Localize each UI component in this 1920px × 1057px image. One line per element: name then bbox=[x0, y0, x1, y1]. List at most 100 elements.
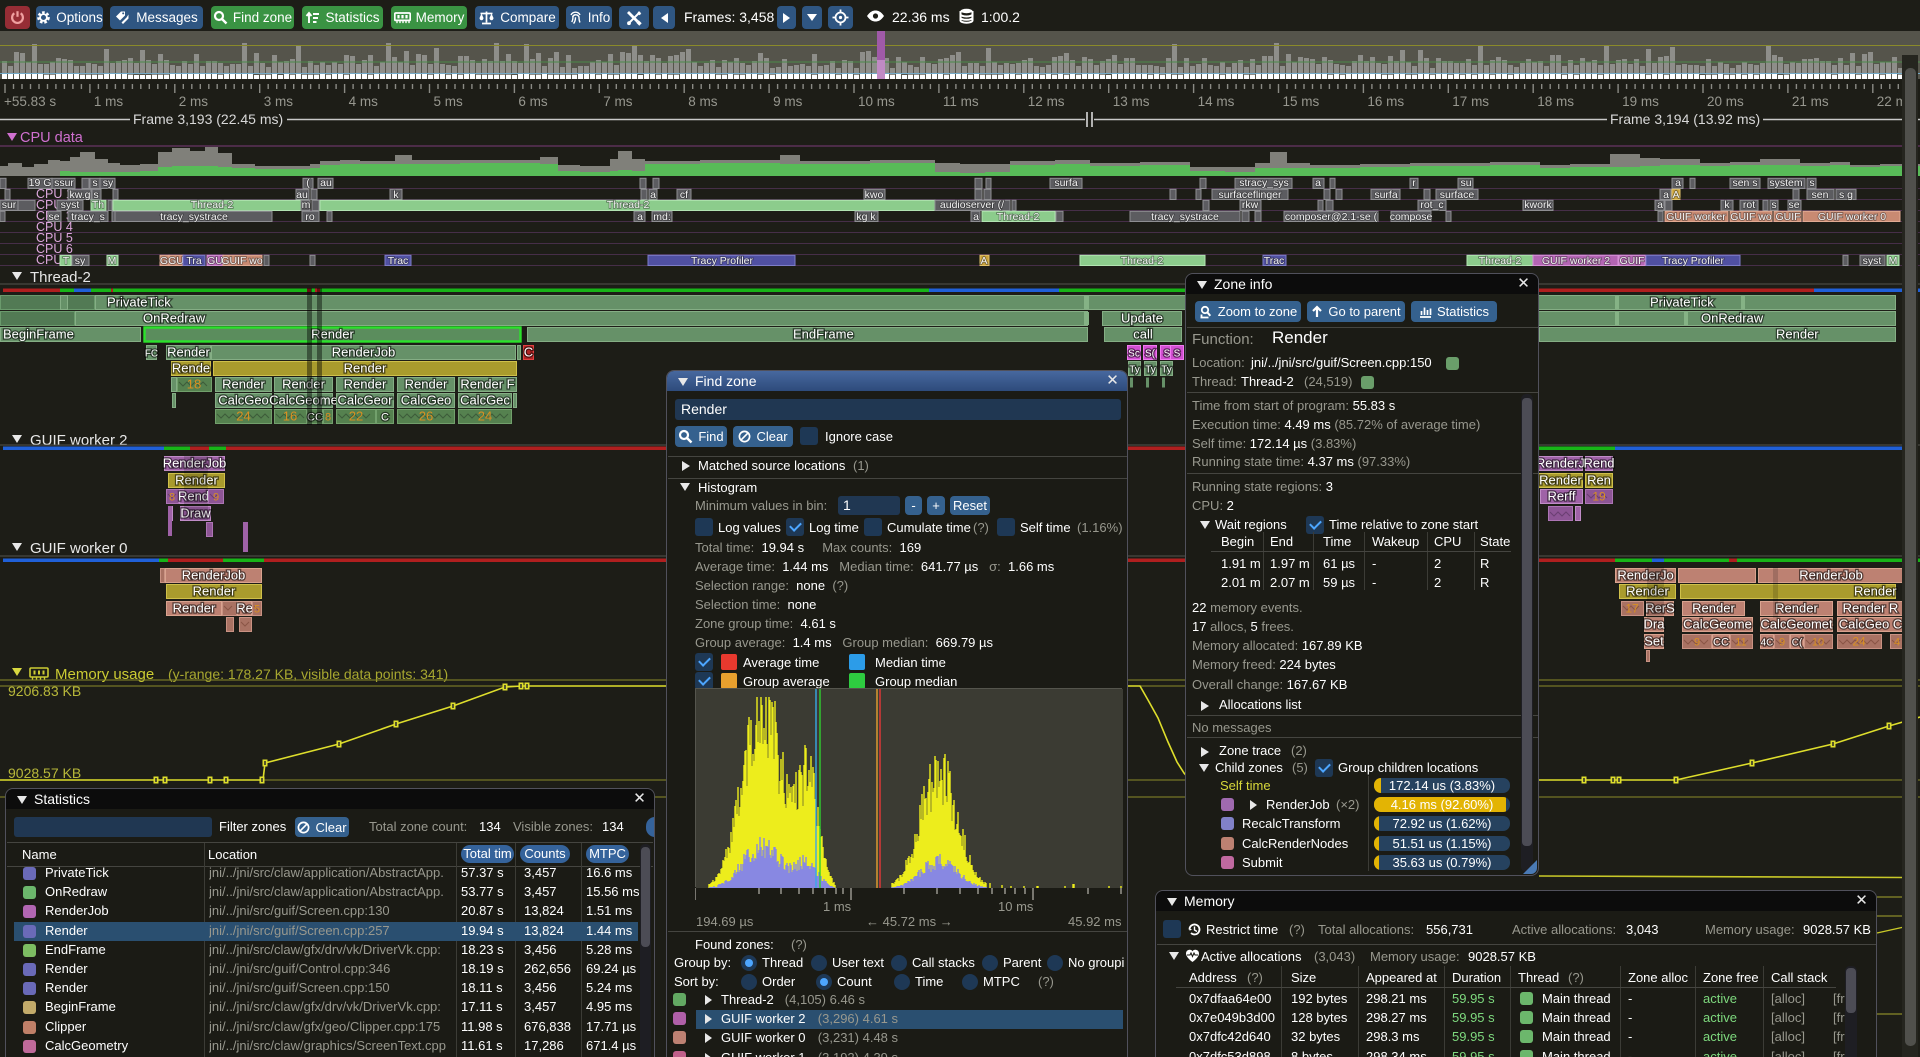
svg-text:Render: Render bbox=[222, 377, 265, 392]
svg-text:4C: 4C bbox=[1761, 638, 1774, 649]
svg-text:EndFrame: EndFrame bbox=[793, 327, 854, 342]
svg-text:Thread-2: Thread-2 bbox=[1479, 255, 1522, 267]
svg-text:tracy_systrace: tracy_systrace bbox=[160, 211, 228, 223]
svg-text:11 ms: 11 ms bbox=[943, 94, 979, 109]
svg-text:su: su bbox=[1460, 177, 1471, 189]
svg-text:12 ms: 12 ms bbox=[1028, 94, 1065, 109]
svg-text:9: 9 bbox=[1779, 637, 1785, 649]
svg-text:Ty: Ty bbox=[1161, 365, 1172, 376]
svg-text:9028.57 KB: 9028.57 KB bbox=[8, 765, 81, 781]
svg-text:Dra: Dra bbox=[1644, 617, 1666, 632]
svg-text:6 ms: 6 ms bbox=[518, 94, 548, 109]
svg-text:Trac: Trac bbox=[1264, 255, 1285, 267]
svg-text:19: 19 bbox=[1592, 490, 1606, 504]
svg-text:S(: S( bbox=[1145, 349, 1156, 360]
svg-text:compose: compose bbox=[1390, 211, 1433, 223]
svg-text:kwo: kwo bbox=[865, 189, 884, 201]
svg-text:Trac: Trac bbox=[388, 255, 409, 267]
svg-text:10: 10 bbox=[1812, 637, 1824, 649]
svg-text:M: M bbox=[108, 255, 117, 267]
svg-text:Render: Render bbox=[1776, 327, 1819, 342]
svg-text:Set: Set bbox=[1644, 634, 1664, 649]
svg-text:Ren: Ren bbox=[1587, 473, 1611, 488]
svg-text:GU: GU bbox=[168, 255, 184, 267]
svg-text:CalcGeomet: CalcGeomet bbox=[1760, 617, 1833, 632]
svg-text:a: a bbox=[637, 211, 643, 223]
svg-text:9: 9 bbox=[1694, 637, 1700, 649]
svg-text:Render: Render bbox=[1692, 601, 1735, 616]
svg-text:Re: Re bbox=[236, 601, 253, 616]
svg-text:Thread-2: Thread-2 bbox=[1121, 255, 1164, 267]
svg-text:CalcGeo: CalcGeo bbox=[218, 393, 269, 408]
svg-text:a: a bbox=[1315, 177, 1321, 189]
svg-text:S: S bbox=[1174, 349, 1181, 360]
svg-text:sy: sy bbox=[75, 255, 86, 267]
svg-text:CalcGeo: CalcGeo bbox=[401, 393, 452, 408]
svg-text:CalcGeor: CalcGeor bbox=[338, 393, 394, 408]
svg-text:18 ms: 18 ms bbox=[1537, 94, 1574, 109]
svg-text:5: 5 bbox=[254, 604, 260, 616]
svg-text:surface: surface bbox=[1440, 189, 1475, 201]
svg-text:kwork: kwork bbox=[1524, 199, 1552, 211]
svg-text:Sc: Sc bbox=[1128, 349, 1140, 360]
svg-text:Th: Th bbox=[92, 199, 104, 211]
svg-text:8 ms: 8 ms bbox=[688, 94, 718, 109]
svg-text:GUIF: GUIF bbox=[1619, 255, 1644, 267]
svg-text:GUIF worker 2: GUIF worker 2 bbox=[30, 432, 128, 449]
svg-text:md:: md: bbox=[653, 211, 671, 223]
svg-text:rot: rot bbox=[1743, 199, 1755, 211]
svg-text:G: G bbox=[160, 255, 168, 267]
svg-text:(: ( bbox=[306, 177, 310, 189]
svg-text:7 ms: 7 ms bbox=[603, 94, 633, 109]
svg-text:GUIF worker: GUIF worker bbox=[1666, 211, 1726, 223]
svg-text:a: a bbox=[1675, 177, 1681, 189]
svg-text:CalcGeo C: CalcGeo C bbox=[1839, 617, 1903, 632]
svg-text:Rende: Rende bbox=[172, 361, 210, 376]
svg-text:Render: Render bbox=[167, 345, 210, 360]
svg-text:au: au bbox=[320, 177, 332, 189]
svg-text:s g: s g bbox=[1839, 189, 1853, 201]
svg-text:Render F: Render F bbox=[460, 377, 514, 392]
svg-text:24: 24 bbox=[1852, 635, 1866, 649]
svg-text:Rend: Rend bbox=[1583, 456, 1614, 471]
svg-text:tracy_systrace: tracy_systrace bbox=[1151, 211, 1219, 223]
svg-text:21 ms: 21 ms bbox=[1792, 94, 1829, 109]
svg-text:18: 18 bbox=[187, 377, 201, 392]
svg-text:Render R: Render R bbox=[1843, 601, 1899, 616]
svg-text:A: A bbox=[980, 255, 987, 267]
svg-text:Thread-2: Thread-2 bbox=[997, 211, 1040, 223]
svg-text:24: 24 bbox=[478, 409, 492, 424]
svg-text:+55.83 s: +55.83 s bbox=[4, 94, 56, 109]
svg-text:Render: Render bbox=[1539, 473, 1582, 488]
svg-text:sen: sen bbox=[1812, 189, 1829, 201]
svg-text:CalcGeome: CalcGeome bbox=[269, 393, 338, 408]
svg-text:GUIF worker 2: GUIF worker 2 bbox=[1542, 255, 1610, 267]
svg-text:4: 4 bbox=[1894, 637, 1900, 649]
svg-text:22: 22 bbox=[349, 409, 363, 424]
svg-text:Render: Render bbox=[344, 361, 387, 376]
svg-text:15 ms: 15 ms bbox=[1283, 94, 1320, 109]
svg-text:Render: Render bbox=[1775, 601, 1818, 616]
svg-text:A: A bbox=[1672, 189, 1679, 201]
svg-text:4 ms: 4 ms bbox=[349, 94, 379, 109]
svg-text:19 ms: 19 ms bbox=[1622, 94, 1659, 109]
svg-text:tracy_s: tracy_s bbox=[71, 211, 105, 223]
svg-text:s: s bbox=[1809, 177, 1814, 189]
svg-text:Render: Render bbox=[405, 377, 448, 392]
svg-text:PrivateTick: PrivateTick bbox=[107, 295, 171, 310]
svg-text:16: 16 bbox=[283, 409, 297, 424]
svg-text:composer@2.1-se (: composer@2.1-se ( bbox=[1285, 211, 1378, 223]
svg-text:PrivateTick: PrivateTick bbox=[1650, 295, 1714, 310]
svg-text:Thread-2: Thread-2 bbox=[191, 199, 234, 211]
svg-text:T: T bbox=[63, 255, 70, 267]
svg-text:syst: syst bbox=[1863, 255, 1882, 267]
svg-text:8: 8 bbox=[169, 492, 175, 504]
svg-text:call: call bbox=[1133, 327, 1153, 342]
svg-text:CalcGec: CalcGec bbox=[460, 393, 510, 408]
svg-text:ro: ro bbox=[305, 211, 314, 223]
svg-text:Render: Render bbox=[193, 584, 236, 599]
svg-text:C(: C( bbox=[1792, 638, 1803, 649]
svg-text:13 ms: 13 ms bbox=[1113, 94, 1150, 109]
svg-text:surfa: surfa bbox=[1054, 177, 1078, 189]
svg-text:8: 8 bbox=[325, 412, 331, 424]
